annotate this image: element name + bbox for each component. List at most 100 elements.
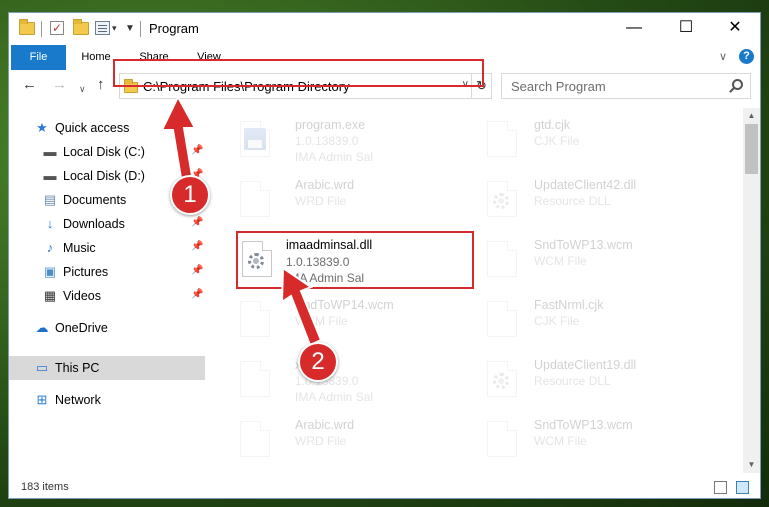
nav-label: Local Disk (D:) — [63, 169, 145, 183]
address-highlight-box — [113, 59, 484, 87]
file-company: IMA Admin Sal — [295, 390, 374, 404]
file-item-sndtowp13-wcm[interactable]: SndToWP13.wcm WCM File — [469, 233, 709, 285]
pin-icon: 📌 — [191, 145, 204, 156]
help-button[interactable]: ? — [739, 49, 754, 64]
details-view-icon[interactable] — [714, 481, 727, 494]
scroll-up-icon[interactable]: ▲ — [743, 108, 760, 124]
scroll-thumb[interactable] — [745, 124, 758, 174]
nav-label: Local Disk (C:) — [63, 145, 145, 159]
exe-icon — [240, 121, 270, 157]
vertical-scrollbar[interactable]: ▲ ▼ — [743, 108, 760, 473]
blank-file-icon — [487, 121, 517, 157]
properties-list-icon[interactable] — [95, 20, 111, 36]
nav-item-pictures[interactable]: ▣ Pictures 📌 — [9, 260, 205, 284]
status-bar: 183 items — [9, 477, 760, 498]
file-item-sndtowp13-wcm[interactable]: SndToWP13.wcm WCM File — [469, 413, 709, 465]
folder-file-icon — [240, 361, 270, 397]
file-name: UpdateClient42.dll — [534, 178, 637, 192]
callout-badge-1: 1 — [170, 175, 210, 215]
file-item-program-exe[interactable]: program.exe 1.0.13839.0 IMA Admin Sal — [222, 113, 462, 165]
nav-item-this-pc[interactable]: ▭ This PC — [9, 356, 205, 380]
dll-gear-icon — [487, 361, 517, 397]
file-item-imaadminsal-dll[interactable]: imaadminsal.dll 1.0.13839.0 IMA Admin Sa… — [236, 231, 474, 289]
file-name: Arabic.wrd — [295, 178, 355, 192]
nav-label: OneDrive — [55, 321, 108, 335]
file-company: IMA Admin Sal — [295, 150, 374, 164]
blank-file-icon — [487, 421, 517, 457]
file-name: imaadminsal.dll — [286, 238, 373, 252]
nav-item-music[interactable]: ♪ Music 📌 — [9, 236, 205, 260]
drive-icon: ▬ — [43, 168, 57, 183]
blank-file-icon — [487, 241, 517, 277]
nav-label: Network — [55, 393, 101, 407]
search-input[interactable]: Search Program — [511, 79, 606, 94]
blank-file-icon — [240, 181, 270, 217]
navigation-pane: ★ Quick access ▬ Local Disk (C:) 📌 ▬ Loc… — [9, 108, 205, 473]
file-list: program.exe 1.0.13839.0 IMA Admin Sal Ar… — [214, 108, 743, 473]
pin-icon: 📌 — [191, 289, 204, 300]
file-item-gtd-cjk[interactable]: gtd.cjk CJK File — [469, 113, 709, 165]
blank-file-icon — [240, 421, 270, 457]
nav-item-local-disk-c[interactable]: ▬ Local Disk (C:) 📌 — [9, 140, 205, 164]
file-item-fastnrml-cjk[interactable]: FastNrml.cjk CJK File — [469, 293, 709, 345]
file-type: WRD File — [295, 194, 347, 208]
dll-gear-icon — [487, 181, 517, 217]
title-bar: ✓ ▾ ▼ Program — ☐ ✕ — [9, 13, 760, 45]
file-name: program.exe — [295, 118, 366, 132]
title-separator — [140, 21, 141, 37]
chevron-down-icon[interactable]: ▾ — [112, 23, 117, 34]
file-name: UpdateClient19.dll — [534, 358, 637, 372]
nav-item-onedrive[interactable]: ☁ OneDrive — [9, 316, 205, 340]
new-folder-icon[interactable] — [73, 19, 89, 36]
file-item-x64[interactable]: x64 1.0.13839.0 IMA Admin Sal — [222, 353, 462, 405]
music-note-icon: ♪ — [46, 240, 54, 255]
dll-gear-icon — [242, 241, 272, 277]
pin-icon: 📌 — [191, 241, 204, 252]
file-name: FastNrml.cjk — [534, 298, 604, 312]
file-item-arabic-wrd[interactable]: Arabic.wrd WRD File — [222, 173, 462, 225]
maximize-button[interactable]: ☐ — [663, 13, 709, 43]
file-type: WCM File — [534, 434, 587, 448]
chevron-down-icon[interactable]: ∨ — [719, 50, 727, 63]
item-count: 183 items — [21, 481, 69, 493]
file-item-sndtowp14-wcm[interactable]: SndToWP14.wcm WCM File — [222, 293, 462, 345]
pictures-icon: ▣ — [43, 264, 57, 279]
cloud-icon: ☁ — [35, 320, 49, 335]
pin-icon: 📌 — [191, 265, 204, 276]
search-box[interactable]: Search Program — [501, 73, 751, 99]
large-icons-view-icon[interactable] — [736, 481, 749, 494]
file-type: WRD File — [295, 434, 347, 448]
nav-item-network[interactable]: ⊞ Network — [9, 388, 205, 412]
back-arrow-icon[interactable]: ← — [22, 77, 37, 93]
properties-check-icon[interactable]: ✓ — [49, 20, 65, 36]
film-icon: ▦ — [43, 288, 57, 303]
file-type: CJK File — [534, 134, 580, 148]
window-title: Program — [149, 21, 199, 36]
file-type: WCM File — [295, 314, 348, 328]
file-name: gtd.cjk — [534, 118, 571, 132]
nav-item-quick-access[interactable]: ★ Quick access — [9, 116, 205, 140]
file-version: 1.0.13839.0 — [295, 134, 359, 148]
file-version: 1.0.13839.0 — [286, 255, 350, 269]
monitor-icon: ▭ — [35, 360, 49, 375]
scroll-down-icon[interactable]: ▼ — [743, 457, 760, 473]
folder-icon[interactable] — [19, 19, 35, 36]
file-type: Resource DLL — [534, 194, 611, 208]
nav-label: Pictures — [63, 265, 109, 279]
file-item-arabic-wrd[interactable]: Arabic.wrd WRD File — [222, 413, 462, 465]
up-arrow-icon[interactable]: ↑ — [97, 77, 105, 93]
file-company: IMA Admin Sal — [286, 271, 365, 285]
forward-arrow-icon[interactable]: → — [52, 77, 67, 93]
file-item-updateclient42-dll[interactable]: UpdateClient42.dll Resource DLL — [469, 173, 709, 225]
file-item-updateclient19-dll[interactable]: UpdateClient19.dll Resource DLL — [469, 353, 709, 405]
nav-label: This PC — [55, 361, 100, 375]
recent-locations-icon[interactable]: ∨ — [79, 81, 86, 97]
nav-item-videos[interactable]: ▦ Videos 📌 — [9, 284, 205, 308]
minimize-button[interactable]: — — [611, 13, 657, 43]
callout-badge-2: 2 — [298, 342, 338, 382]
customize-toolbar-icon[interactable]: ▼ — [125, 23, 135, 34]
close-button[interactable]: ✕ — [712, 13, 758, 43]
network-icon: ⊞ — [36, 392, 48, 407]
nav-item-downloads[interactable]: ↓ Downloads 📌 — [9, 212, 205, 236]
search-icon[interactable] — [732, 79, 743, 90]
